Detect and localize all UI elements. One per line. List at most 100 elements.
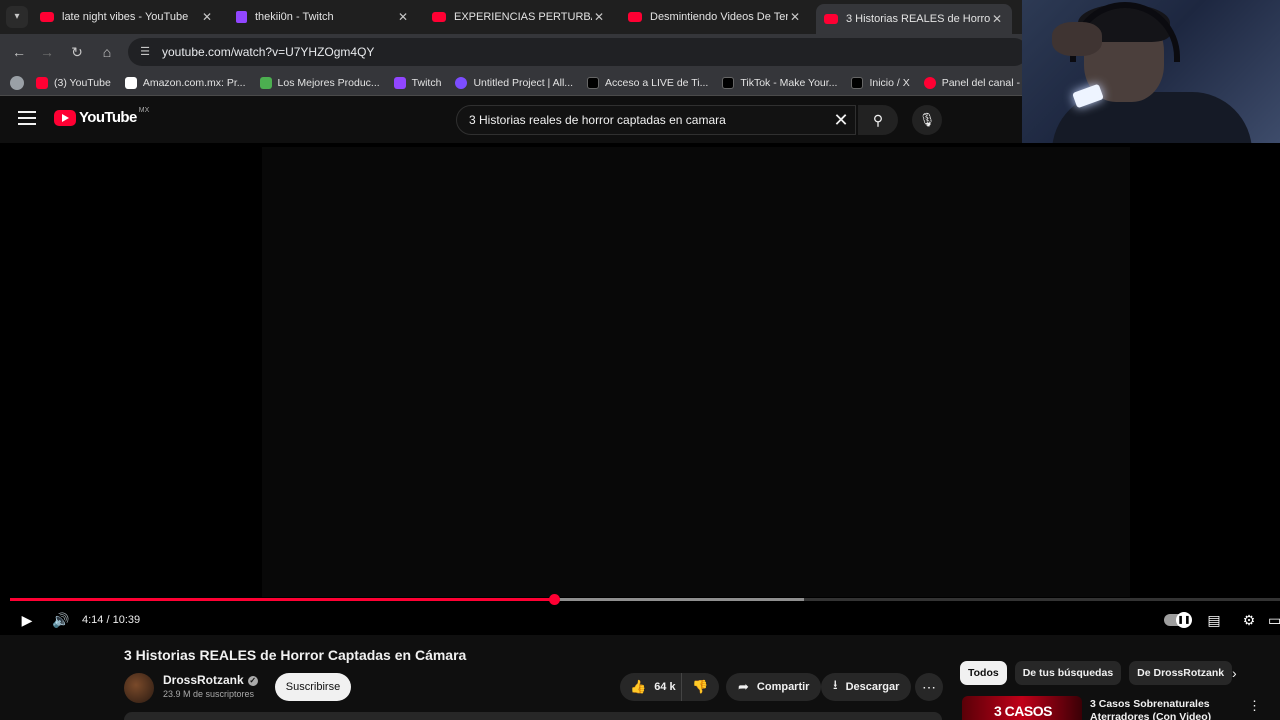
download-button[interactable]: ⭳ Descargar	[821, 673, 912, 701]
close-icon[interactable]: ✕	[592, 10, 606, 24]
url-text: youtube.com/watch?v=U7YHZOgm4QY	[162, 45, 375, 59]
tab-label: late night vibes - YouTube	[62, 11, 189, 23]
tab-desmintiendo[interactable]: Desmintiendo Videos De Terror ✕	[620, 4, 810, 30]
youtube-studio-icon	[923, 76, 936, 89]
youtube-play-icon	[54, 109, 76, 126]
leaf-icon	[259, 76, 272, 89]
tab-label: EXPERIENCIAS PERTURBADORAS	[454, 11, 592, 23]
watch-metadata: 3 Historias REALES de Horror Captadas en…	[0, 635, 1280, 720]
tab-twitch[interactable]: thekii0n - Twitch ✕	[228, 4, 418, 30]
bookmark-label: Untitled Project | All...	[473, 76, 574, 89]
channel-name-text: DrossRotzank	[163, 673, 244, 687]
twitch-icon	[393, 76, 406, 89]
clear-search-icon[interactable]: ✕	[829, 110, 853, 131]
project-icon	[455, 76, 468, 89]
close-icon[interactable]: ✕	[200, 10, 214, 24]
kebab-menu-icon[interactable]: ⋮	[1248, 698, 1261, 714]
youtube-icon	[432, 12, 446, 22]
close-icon[interactable]: ✕	[990, 12, 1004, 26]
bookmark-youtube[interactable]: (3) YouTube	[36, 76, 111, 89]
share-button[interactable]: ➦ Compartir	[726, 673, 822, 701]
chip-de-tus-busquedas[interactable]: De tus búsquedas	[1014, 661, 1122, 685]
thumbs-up-icon: 👍	[630, 679, 647, 694]
played-bar	[10, 598, 554, 601]
region-code: MX	[138, 107, 150, 114]
bookmark-label: Los Mejores Produc...	[277, 76, 380, 89]
volume-icon[interactable]: 🔊	[50, 608, 72, 632]
theater-mode-icon[interactable]: ▭	[1268, 608, 1280, 632]
subscribe-button[interactable]: Suscribirse	[275, 673, 351, 701]
youtube-icon	[824, 14, 838, 24]
amazon-icon	[124, 76, 137, 89]
youtube-icon	[628, 12, 642, 22]
globe-icon[interactable]	[10, 75, 24, 90]
recommendation-thumbnail[interactable]: 3 CASOS	[962, 696, 1082, 720]
youtube-icon	[36, 76, 48, 89]
subscriber-count: 23.9 M de suscriptores	[163, 689, 255, 699]
subtitles-icon[interactable]: ▤	[1202, 608, 1226, 632]
site-info-icon[interactable]: ☰	[138, 45, 152, 59]
tiktok-icon	[722, 76, 735, 89]
bookmark-tiktok-live[interactable]: Acceso a LIVE de Ti...	[587, 76, 709, 89]
youtube-logo[interactable]: YouTube MX	[54, 107, 150, 126]
address-bar[interactable]: ☰ youtube.com/watch?v=U7YHZOgm4QY	[128, 38, 1028, 66]
settings-gear-icon[interactable]: ⚙	[1237, 608, 1261, 632]
verified-check-icon: ✓	[247, 675, 258, 686]
recommendation-title[interactable]: 3 Casos Sobrenaturales Aterradores (Con …	[1090, 698, 1230, 720]
progress-bar[interactable]	[10, 594, 1280, 605]
like-count: 64 k	[654, 681, 676, 693]
video-title: 3 Historias REALES de Horror Captadas en…	[124, 647, 467, 663]
description-box[interactable]	[124, 712, 942, 720]
related-filter-chips: Todos De tus búsquedas De DrossRotzank	[960, 661, 1240, 685]
tab-label: Desmintiendo Videos De Terror	[650, 11, 788, 23]
chevron-right-icon[interactable]: ›	[1232, 665, 1237, 681]
chip-de-drossrotzank[interactable]: De DrossRotzank	[1129, 661, 1233, 685]
menu-icon[interactable]	[18, 111, 36, 125]
tab-active-3-historias[interactable]: 3 Historias REALES de Horror C ✕	[816, 4, 1012, 34]
dislike-button[interactable]: 👎	[682, 679, 719, 695]
search-button[interactable]: ⚲	[858, 105, 898, 135]
like-button[interactable]: 👍 64 k	[620, 673, 682, 701]
search-icon: ⚲	[872, 112, 884, 128]
bookmark-label: (3) YouTube	[54, 76, 111, 89]
pause-icon: ❚❚	[1176, 612, 1192, 628]
channel-name[interactable]: DrossRotzank ✓	[163, 673, 258, 687]
webcam-overlay	[1022, 0, 1280, 146]
tab-experiencias[interactable]: EXPERIENCIAS PERTURBADORAS ✕	[424, 4, 614, 30]
bookmark-twitch[interactable]: Twitch	[393, 76, 442, 89]
forward-arrow-icon[interactable]: →	[36, 41, 58, 63]
bookmark-x[interactable]: Inicio / X	[851, 76, 910, 89]
chip-todos[interactable]: Todos	[960, 661, 1007, 685]
autoplay-toggle[interactable]: ❚❚	[1164, 612, 1192, 628]
bookmark-label: TikTok - Make Your...	[740, 76, 838, 89]
tab-search-icon[interactable]: ▾	[6, 6, 28, 28]
like-dislike-group: 👍 64 k 👎	[620, 673, 719, 701]
reload-icon[interactable]: ↻	[66, 41, 88, 63]
play-icon[interactable]: ▶	[16, 608, 38, 632]
home-icon[interactable]: ⌂	[96, 41, 118, 63]
tab-late-night-vibes[interactable]: late night vibes - YouTube ✕	[32, 4, 222, 30]
bookmark-label: Acceso a LIVE de Ti...	[605, 76, 709, 89]
close-icon[interactable]: ✕	[396, 10, 410, 24]
bookmark-label: Amazon.com.mx: Pr...	[142, 76, 246, 89]
tab-label: thekii0n - Twitch	[255, 11, 334, 23]
bookmark-mejores-productos[interactable]: Los Mejores Produc...	[259, 76, 380, 89]
bookmark-tiktok[interactable]: TikTok - Make Your...	[722, 76, 838, 89]
download-label: Descargar	[845, 681, 900, 693]
video-frame[interactable]	[262, 147, 1130, 597]
video-player[interactable]: ▶ 🔊 4:14 / 10:39 ❚❚ ▤ ⚙ ▭	[0, 143, 1280, 635]
twitch-icon	[236, 11, 247, 23]
close-icon[interactable]: ✕	[788, 10, 802, 24]
channel-avatar[interactable]	[124, 673, 154, 703]
bookmark-label: Twitch	[411, 76, 442, 89]
scrubber-handle[interactable]	[548, 594, 560, 605]
bookmark-untitled-project[interactable]: Untitled Project | All...	[455, 76, 574, 89]
search-value: 3 Historias reales de horror captadas en…	[469, 113, 726, 127]
bookmark-amazon[interactable]: Amazon.com.mx: Pr...	[124, 76, 246, 89]
back-arrow-icon[interactable]: ←	[8, 41, 30, 63]
bookmark-label: Inicio / X	[869, 76, 910, 89]
more-actions-icon[interactable]: ⋯	[915, 673, 943, 701]
search-input[interactable]: 3 Historias reales de horror captadas en…	[456, 105, 856, 135]
voice-search-button[interactable]: 🎙	[912, 105, 942, 135]
tiktok-icon	[587, 76, 600, 89]
